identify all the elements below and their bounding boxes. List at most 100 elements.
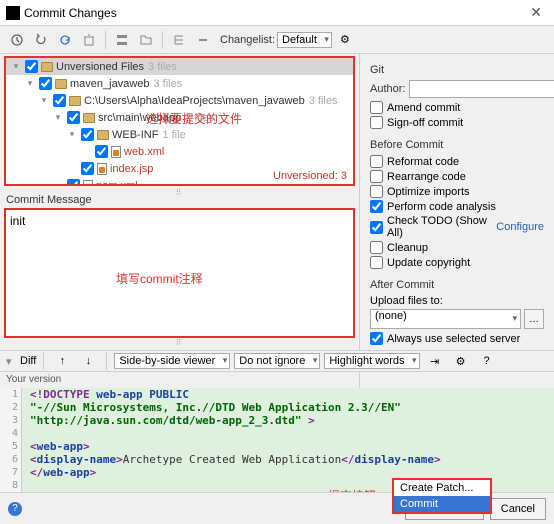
tree-checkbox[interactable] [39,77,52,90]
tree-checkbox[interactable] [67,179,80,184]
twisty-icon[interactable]: ▾ [66,129,78,140]
before-commit-label: Cleanup [387,242,428,254]
line-gutter: 12345678 [0,388,22,492]
tree-checkbox[interactable] [25,60,38,73]
diff-ignore-combo[interactable]: Do not ignore [234,353,320,369]
diff-collapse-icon[interactable]: ⇥ [424,350,446,372]
before-commit-label: Optimize imports [387,186,470,198]
code-line: <!DOCTYPE web-app PUBLIC [30,388,550,401]
code-line: "http://java.sun.com/dtd/web-app_2_3.dtd… [30,414,550,427]
tree-node-label: WEB-INF [112,129,158,141]
folder-icon [69,96,81,106]
diff-prev-icon[interactable]: ↑ [51,350,73,372]
tree-checkbox[interactable] [81,162,94,175]
tree-row[interactable]: ▾src\main\webapp2 files [6,109,353,126]
close-icon[interactable]: ✕ [524,4,548,21]
upload-combo[interactable]: (none) [370,309,521,329]
commit-message-panel: 填写commit注释 [4,208,355,338]
diff-settings-icon[interactable]: ⚙ [450,350,472,372]
before-commit-title: Before Commit [370,139,544,151]
diff-next-icon[interactable]: ↓ [77,350,99,372]
tree-node-count: 2 files [185,112,214,124]
diff-highlight-combo[interactable]: Highlight words [324,353,419,369]
window-title: Commit Changes [24,6,117,20]
before-commit-label: Reformat code [387,156,459,168]
before-commit-checkbox[interactable] [370,241,383,254]
delete-icon[interactable] [78,29,100,51]
before-commit-checkbox[interactable] [370,200,383,213]
file-tree-panel: ▾ Unversioned Files 3 files ▾maven_javaw… [4,56,355,186]
always-use-label: Always use selected server [387,333,520,345]
collapse-icon[interactable] [192,29,214,51]
tree-node-count: 3 files [148,61,177,73]
amend-checkbox[interactable] [370,101,383,114]
signoff-label: Sign-off commit [387,117,463,129]
code-line: <display-name>Archetype Created Web Appl… [30,453,550,466]
tree-checkbox[interactable] [53,94,66,107]
tree-checkbox[interactable] [81,128,94,141]
tree-row[interactable]: ▾maven_javaweb3 files [6,75,353,92]
tree-node-count: 1 file [162,129,185,141]
toolbar: Changelist: Default ⚙ [0,26,554,54]
refresh-icon[interactable] [54,29,76,51]
before-commit-checkbox[interactable] [370,170,383,183]
help-icon[interactable]: ? [8,502,22,516]
tree-row[interactable]: ▾ WEB-INF 1 file [6,126,353,143]
diff-viewer-combo[interactable]: Side-by-side viewer [114,353,230,369]
revert-icon[interactable] [30,29,52,51]
twisty-icon[interactable]: ▾ [38,95,50,106]
tree-node-count: 3 files [154,78,183,90]
your-version-label: Your version [6,374,61,385]
diff-toolbar: ▾ Diff ↑ ↓ Side-by-side viewer Do not ig… [0,350,554,372]
diff-twisty-icon[interactable]: ▾ [6,355,16,368]
before-commit-checkbox[interactable] [370,256,383,269]
commit-option[interactable]: Commit [394,496,490,512]
author-input[interactable] [409,80,554,98]
tree-root[interactable]: ▾ Unversioned Files 3 files [6,58,353,75]
file-tree[interactable]: ▾ Unversioned Files 3 files ▾maven_javaw… [6,58,353,184]
cancel-button[interactable]: Cancel [490,498,546,520]
twisty-icon[interactable]: ▾ [10,61,22,72]
tree-row[interactable]: ▾C:\Users\Alpha\IdeaProjects\maven_javaw… [6,92,353,109]
group-dir-icon[interactable] [135,29,157,51]
after-commit-title: After Commit [370,279,544,291]
git-section-title: Git [370,64,544,76]
folder-icon [97,130,109,140]
history-icon[interactable] [6,29,28,51]
changelist-settings-icon[interactable]: ⚙ [334,29,356,51]
upload-more-button[interactable]: … [524,309,544,329]
tree-node-label: pom.xml [96,180,138,185]
tree-node-label: index.jsp [110,163,153,175]
group-icon[interactable] [111,29,133,51]
before-commit-checkbox[interactable] [370,221,383,234]
diff-section-label: Diff [20,355,36,367]
before-commit-label: Perform code analysis [387,201,496,213]
diff-help-icon[interactable]: ? [476,350,498,372]
tree-checkbox[interactable] [95,145,108,158]
diff-code-area[interactable]: 12345678 <!DOCTYPE web-app PUBLIC "-//Su… [0,388,554,492]
app-icon [6,6,20,20]
tree-node-count: 3 files [309,95,338,107]
before-commit-checkbox[interactable] [370,155,383,168]
always-use-checkbox[interactable] [370,332,383,345]
tree-row[interactable]: web.xml [6,143,353,160]
create-patch-option[interactable]: Create Patch... [394,480,490,496]
code-line: "-//Sun Microsystems, Inc.//DTD Web Appl… [30,401,550,414]
twisty-icon[interactable]: ▾ [24,78,36,89]
changelist-combo[interactable]: Default [277,32,332,48]
before-commit-label: Rearrange code [387,171,466,183]
expand-icon[interactable] [168,29,190,51]
tree-checkbox[interactable] [67,111,80,124]
signoff-checkbox[interactable] [370,116,383,129]
before-commit-checkbox[interactable] [370,185,383,198]
commit-message-input[interactable] [6,210,353,336]
twisty-icon[interactable]: ▾ [52,112,64,123]
before-commit-label: Update copyright [387,257,470,269]
code-line [30,427,550,440]
titlebar: Commit Changes ✕ [0,0,554,26]
file-icon [97,163,107,175]
file-icon [111,146,121,158]
folder-icon [55,79,67,89]
configure-link[interactable]: Configure [496,221,544,233]
amend-label: Amend commit [387,102,460,114]
